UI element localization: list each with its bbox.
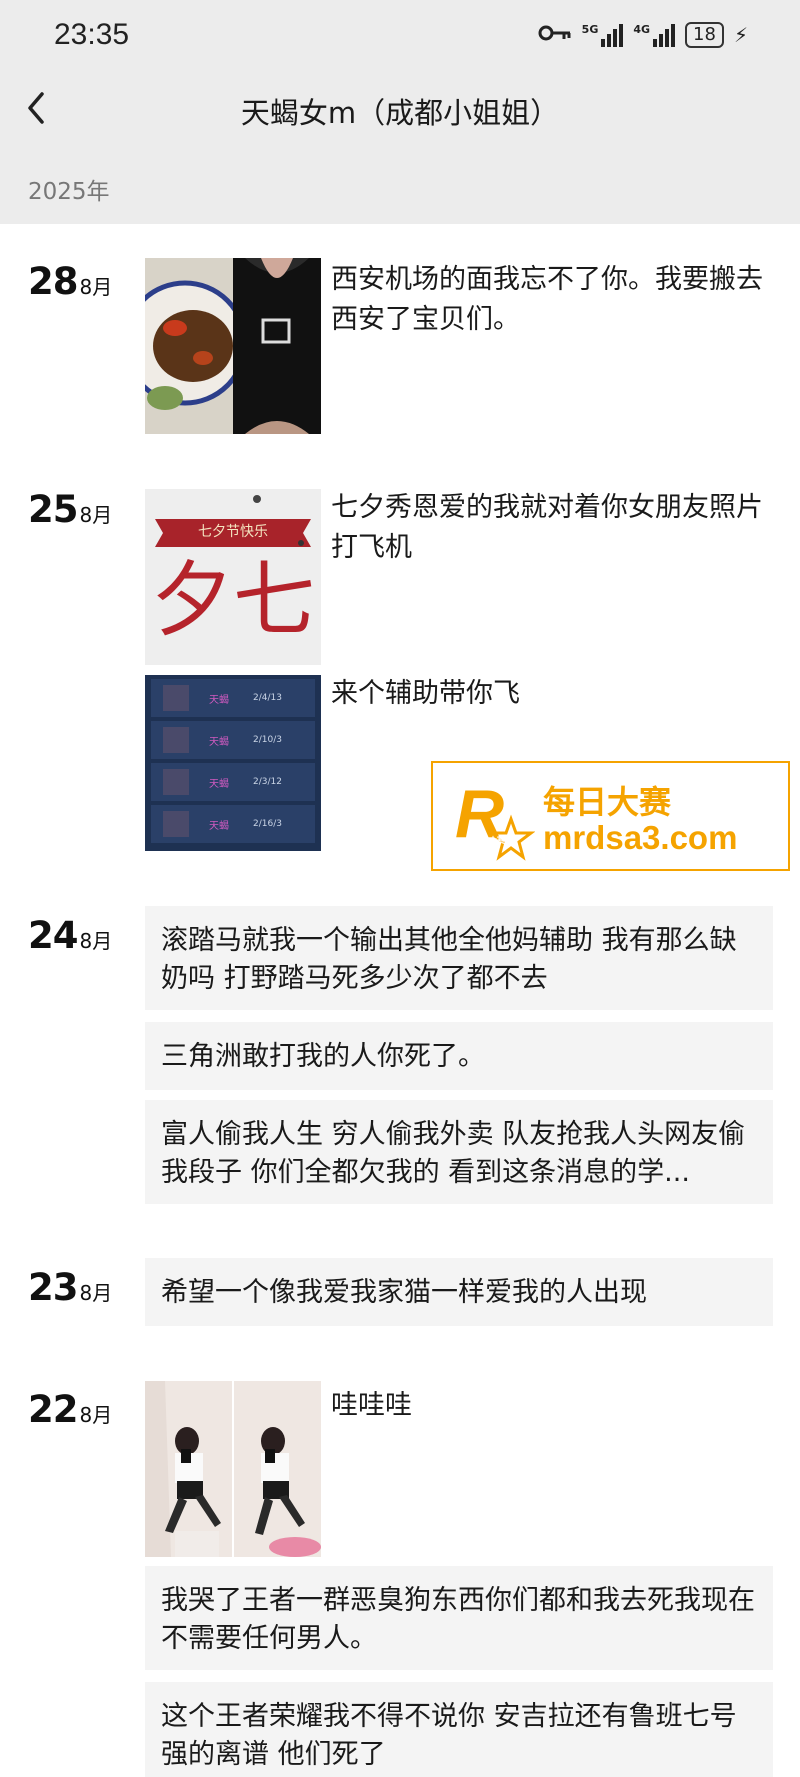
date-label: 25 8月 — [28, 488, 113, 531]
date-label: 22 8月 — [28, 1388, 113, 1431]
key-icon — [538, 23, 572, 48]
watermark-name: 每日大赛 — [543, 783, 672, 821]
text-post[interactable]: 滚踏马就我一个输出其他全他妈辅助 我有那么缺奶吗 打野踏马死多少次了都不去 — [145, 906, 773, 1010]
avatar — [163, 811, 189, 837]
avatar — [163, 685, 189, 711]
battery-icon: 18 — [685, 22, 724, 48]
text-post[interactable]: 富人偷我人生 穷人偷我外卖 队友抢我人头网友偷我段子 你们全都欠我的 看到这条消… — [145, 1100, 773, 1204]
card-big-text: 夕七 — [150, 553, 315, 648]
post-caption: 七夕秀恩爱的我就对着你女朋友照片打飞机 — [331, 492, 763, 563]
text-post[interactable]: 三角洲敢打我的人你死了。 — [145, 1022, 773, 1090]
date-label: 23 8月 — [28, 1266, 113, 1309]
status-time: 23:35 — [54, 18, 130, 51]
game-row: 天蝎 2/10/3 — [151, 721, 315, 759]
signal-icon-2: 4G — [633, 23, 676, 47]
game-row: 天蝎 2/4/13 — [151, 679, 315, 717]
avatar — [163, 727, 189, 753]
post-photo-qixi-card[interactable]: 七夕节快乐 夕七 — [145, 489, 321, 665]
status-icons: 5G 4G 18 ⚡ — [538, 22, 748, 48]
signal-icon-1: 5G — [582, 23, 624, 47]
text-post[interactable]: 我哭了王者一群恶臭狗东西你们都和我去死我现在不需要任何男人。 — [145, 1566, 773, 1670]
avatar — [163, 769, 189, 795]
text-post[interactable]: 这个王者荣耀我不得不说你 安吉拉还有鲁班七号强的离谱 他们死了 — [145, 1682, 773, 1777]
post-caption: 西安机场的面我忘不了你。我要搬去西安了宝贝们。 — [331, 264, 763, 335]
post-caption: 哇哇哇 — [331, 1390, 412, 1421]
top-bar: 23:35 5G 4G 18 ⚡ 天蝎女m（成都小姐姐） 2025年 — [0, 0, 800, 224]
card-banner-text: 七夕节快乐 — [198, 524, 268, 540]
date-label: 24 8月 — [28, 914, 113, 957]
date-label: 28 8月 — [28, 260, 113, 303]
year-label: 2025年 — [28, 179, 110, 205]
page-title: 天蝎女m（成都小姐姐） — [240, 96, 560, 130]
watermark-banner: R 每日大赛 每日大赛 mrdsa3.com — [431, 761, 790, 871]
text-post[interactable]: 希望一个像我爱我家猫一样爱我的人出现 — [145, 1258, 773, 1326]
game-row: 天蝎 2/16/3 — [151, 805, 315, 843]
post-photo-game-screenshot[interactable]: 天蝎 2/4/13 天蝎 2/10/3 天蝎 2/3/12 天蝎 2/16/3 — [145, 675, 321, 851]
watermark-url: mrdsa3.com — [543, 819, 738, 856]
post-photo-noodles[interactable] — [145, 258, 321, 434]
charging-icon: ⚡ — [733, 23, 748, 47]
post-caption: 来个辅助带你飞 — [331, 678, 520, 709]
watermark-logo: R 每日大赛 — [451, 773, 536, 863]
post-photo-mirror-selfies[interactable] — [145, 1381, 321, 1557]
game-row: 天蝎 2/3/12 — [151, 763, 315, 801]
